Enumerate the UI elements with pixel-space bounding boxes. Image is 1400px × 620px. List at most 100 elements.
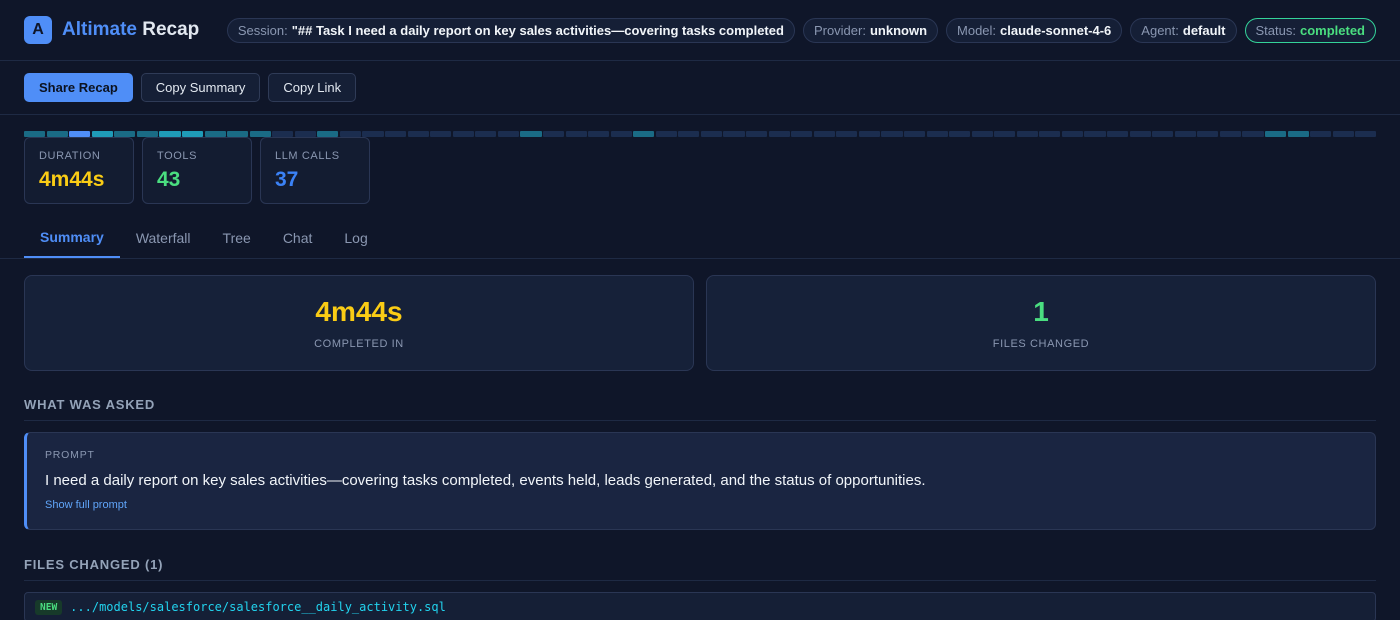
timeline-segment[interactable] [746, 131, 768, 137]
timeline-segment[interactable] [430, 131, 452, 137]
timeline-segment[interactable] [836, 131, 858, 137]
copy-link-button[interactable]: Copy Link [268, 73, 357, 102]
provider-value: unknown [869, 22, 928, 38]
llm-calls-value: 37 [275, 168, 299, 191]
timeline-segment[interactable] [1287, 131, 1309, 137]
timeline-segment[interactable] [1129, 131, 1151, 137]
timeline-segment[interactable] [385, 131, 407, 137]
app-title: Altimate Recap [62, 19, 199, 41]
prompt-label: PROMPT [45, 449, 95, 461]
timeline-segment[interactable] [520, 131, 542, 137]
tab-tree[interactable]: Tree [207, 218, 267, 258]
show-full-prompt-link[interactable]: Show full prompt [45, 499, 1357, 511]
timeline-segment[interactable] [452, 131, 474, 137]
timeline-segment[interactable] [655, 131, 677, 137]
tab-log[interactable]: Log [328, 218, 383, 258]
view-tabs: Summary Waterfall Tree Chat Log [0, 218, 1400, 259]
tools-label: TOOLS [157, 150, 198, 162]
timeline-segment[interactable] [1016, 131, 1038, 137]
timeline-segment[interactable] [903, 131, 926, 137]
completed-in-label: COMPLETED IN [314, 338, 404, 350]
timeline-segment[interactable] [926, 131, 948, 137]
file-list-item[interactable]: NEW .../models/salesforce/salesforce__da… [24, 592, 1376, 620]
provider-pill: Provider: unknown [802, 17, 939, 43]
app-header: A Altimate Recap Session: "## Task I nee… [0, 0, 1400, 61]
timeline-segment[interactable] [588, 131, 610, 137]
what-was-asked-heading: WHAT WAS ASKED [24, 397, 1376, 421]
timeline-segment[interactable] [1061, 131, 1084, 137]
files-changed-value: 1 [1033, 296, 1049, 327]
app-logo: A [24, 16, 52, 44]
session-value: "## Task I need a daily report on key sa… [291, 22, 784, 38]
timeline-segment[interactable] [971, 131, 993, 137]
tools-value: 43 [157, 168, 181, 191]
timeline-segment[interactable] [1197, 131, 1219, 137]
tab-chat[interactable]: Chat [267, 218, 329, 258]
status-key: Status: [1255, 22, 1296, 38]
file-path[interactable]: .../models/salesforce/salesforce__daily_… [70, 600, 446, 614]
timeline-segment[interactable] [723, 131, 745, 137]
timeline-segment[interactable] [1310, 131, 1332, 137]
llm-calls-label: LLM CALLS [275, 150, 340, 162]
copy-summary-button[interactable]: Copy Summary [140, 73, 261, 102]
prompt-card: PROMPT I need a daily report on key sale… [24, 432, 1376, 530]
timeline-segment[interactable] [542, 131, 565, 137]
model-value: claude-sonnet-4-6 [1000, 22, 1112, 38]
files-changed-card: 1 FILES CHANGED [706, 275, 1376, 371]
session-key: Session: [237, 22, 288, 38]
model-pill: Model: claude-sonnet-4-6 [946, 17, 1123, 43]
session-meta: Session: "## Task I need a daily report … [226, 17, 1376, 43]
summary-cards: 4m44s COMPLETED IN 1 FILES CHANGED [24, 275, 1376, 371]
files-changed-label: FILES CHANGED [992, 338, 1090, 350]
agent-key: Agent: [1141, 22, 1179, 38]
prompt-text: I need a daily report on key sales activ… [45, 472, 926, 489]
timeline-segment[interactable] [633, 131, 655, 137]
timeline-segment[interactable] [1242, 131, 1264, 137]
provider-key: Provider: [813, 22, 866, 38]
timeline-segment[interactable] [768, 131, 790, 137]
timeline-segment[interactable] [1084, 131, 1106, 137]
session-pill: Session: "## Task I need a daily report … [226, 17, 795, 43]
timeline-segment[interactable] [475, 131, 497, 137]
completed-in-value: 4m44s [315, 296, 403, 327]
timeline-segment[interactable] [881, 131, 903, 137]
timeline-segment[interactable] [678, 131, 700, 137]
status-badge: Status: completed [1244, 17, 1376, 43]
share-recap-button[interactable]: Share Recap [24, 73, 133, 102]
timeline-segment[interactable] [858, 131, 880, 137]
timeline-segment[interactable] [700, 131, 723, 137]
timeline-segment[interactable] [1174, 131, 1196, 137]
brand-part1: Altimate [62, 19, 137, 40]
timeline-segment[interactable] [1355, 131, 1377, 137]
completed-in-card: 4m44s COMPLETED IN [24, 275, 694, 371]
timeline-segment[interactable] [1264, 131, 1287, 137]
timeline-segment[interactable] [1107, 131, 1129, 137]
timeline-segment[interactable] [813, 131, 835, 137]
timeline-segment[interactable] [497, 131, 519, 137]
tab-summary[interactable]: Summary [24, 218, 120, 258]
new-file-badge: NEW [35, 599, 63, 615]
model-key: Model: [957, 22, 997, 38]
timeline-segment[interactable] [791, 131, 813, 137]
timeline-segment[interactable] [1039, 131, 1061, 137]
timeline-segment[interactable] [994, 131, 1016, 137]
tab-waterfall[interactable]: Waterfall [120, 218, 207, 258]
timeline-segment[interactable] [1152, 131, 1174, 137]
brand-part2: Recap [142, 19, 200, 40]
action-toolbar: Share Recap Copy Summary Copy Link [0, 61, 1400, 115]
duration-label: DURATION [39, 150, 101, 162]
logo-letter: A [32, 21, 44, 38]
agent-value: default [1182, 22, 1226, 38]
timeline-segment[interactable] [1219, 131, 1241, 137]
timeline-segment[interactable] [610, 131, 632, 137]
timeline-segment[interactable] [565, 131, 587, 137]
timeline-segment[interactable] [949, 131, 971, 137]
timeline-segment[interactable] [407, 131, 429, 137]
status-value: completed [1299, 22, 1365, 38]
tools-card: TOOLS 43 [142, 137, 252, 204]
stats-row: DURATION 4m44s TOOLS 43 LLM CALLS 37 [24, 137, 370, 204]
timeline-segment[interactable] [1332, 131, 1354, 137]
llm-calls-card: LLM CALLS 37 [260, 137, 370, 204]
duration-value: 4m44s [39, 168, 105, 191]
agent-pill: Agent: default [1130, 17, 1237, 43]
